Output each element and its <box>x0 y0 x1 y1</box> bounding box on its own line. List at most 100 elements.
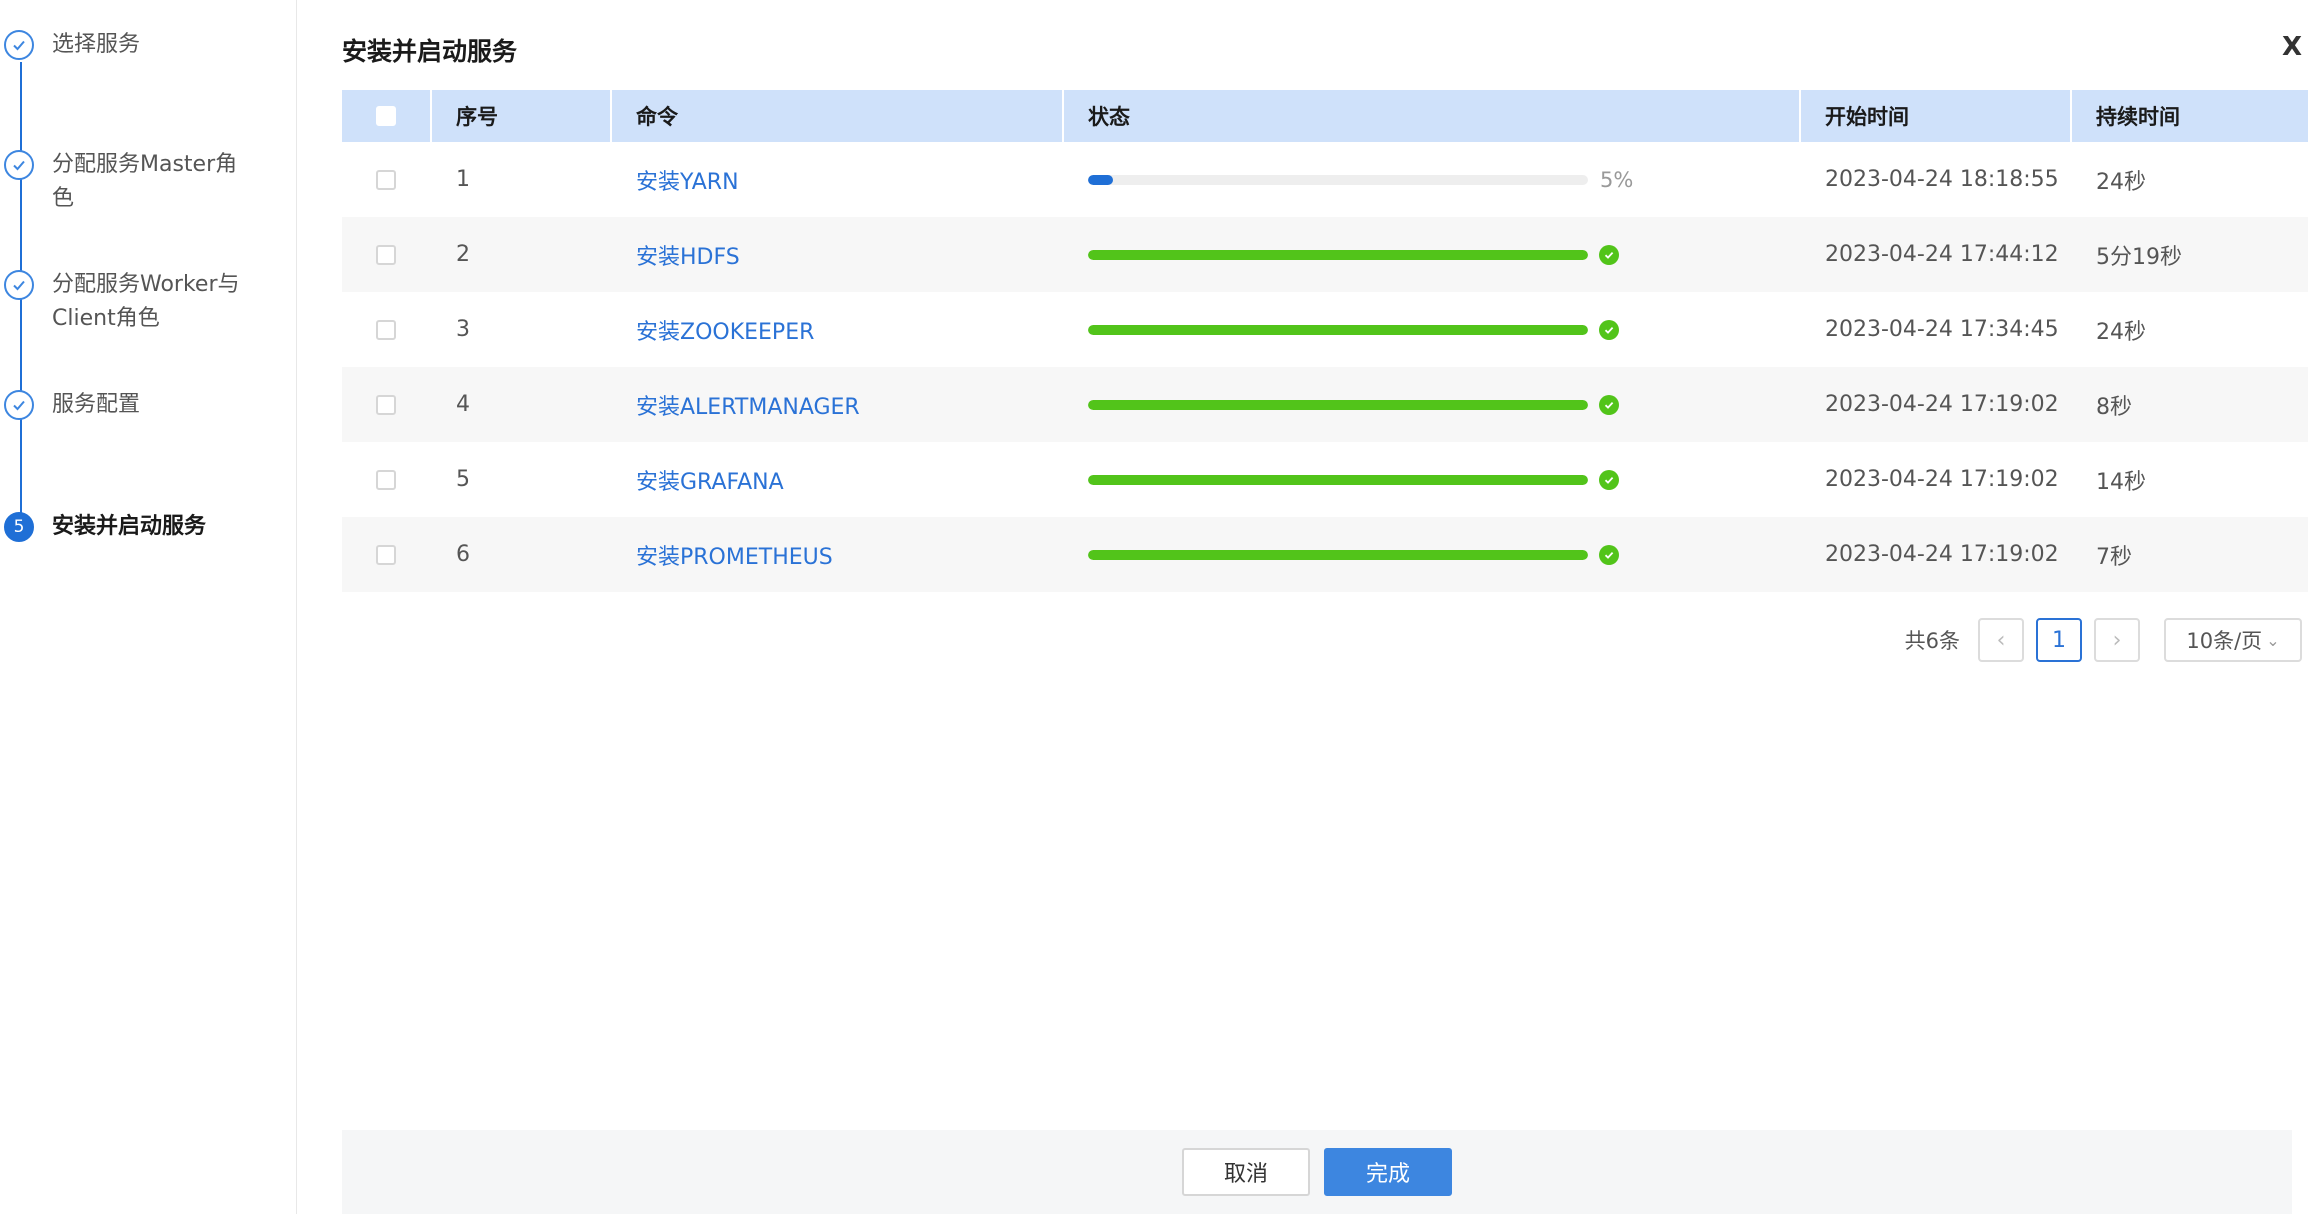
row-checkbox[interactable] <box>376 319 396 340</box>
command-cell: 安装HDFS <box>612 239 1064 271</box>
duration: 14秒 <box>2096 469 2146 495</box>
header-command: 命令 <box>612 90 1064 142</box>
progress-percent: 5% <box>1600 167 1634 192</box>
command-cell: 安装ZOOKEEPER <box>612 314 1064 346</box>
page-button-current[interactable]: 1 <box>2036 618 2082 662</box>
command-link[interactable]: 安装GRAFANA <box>636 464 784 496</box>
progress-bar <box>1088 474 1588 485</box>
success-check-icon <box>1599 544 1619 565</box>
command-link[interactable]: 安装HDFS <box>636 239 740 271</box>
step-select-service[interactable]: 选择服务 <box>4 30 252 62</box>
status-cell <box>1064 394 1801 415</box>
command-cell: 安装GRAFANA <box>612 464 1064 496</box>
step-label: 选择服务 <box>52 32 141 57</box>
next-page-button[interactable]: › <box>2094 618 2140 662</box>
duration: 8秒 <box>2096 394 2132 420</box>
header-index: 序号 <box>432 90 612 142</box>
command-link[interactable]: 安装ZOOKEEPER <box>636 314 814 346</box>
table-row: 3 安装ZOOKEEPER 2023-04-24 17:34:45 24秒 <box>342 292 2308 367</box>
table-body: 1 安装YARN 5% 2023-04-24 18:18:55 24秒 2 安装HDFS 20… <box>342 142 2308 592</box>
close-button[interactable]: X <box>2282 32 2302 62</box>
dialog-title: 安装并启动服务 <box>342 37 518 66</box>
start-time: 2023-04-24 17:19:02 <box>1825 392 2059 417</box>
dialog-footer: 取消 完成 <box>342 1130 2292 1214</box>
check-icon <box>4 30 34 60</box>
progress-bar <box>1088 399 1588 410</box>
success-check-icon <box>1599 244 1619 265</box>
progress-bar <box>1088 549 1588 560</box>
duration: 24秒 <box>2096 169 2146 195</box>
row-checkbox[interactable] <box>376 169 396 190</box>
check-icon <box>4 150 34 180</box>
total-count: 共6条 <box>1904 629 1960 653</box>
row-checkbox-cell <box>342 544 432 565</box>
progress-bar-fill <box>1088 474 1588 485</box>
table-row: 4 安装ALERTMANAGER 2023-04-24 17:19:02 8秒 <box>342 367 2308 442</box>
step-assign-master[interactable]: 分配服务Master角色 <box>4 150 252 216</box>
row-checkbox-cell <box>342 319 432 340</box>
command-link[interactable]: 安装YARN <box>636 164 739 196</box>
command-link[interactable]: 安装ALERTMANAGER <box>636 389 860 421</box>
prev-page-button[interactable]: ‹ <box>1978 618 2024 662</box>
progress-bar <box>1088 249 1588 260</box>
row-checkbox-cell <box>342 394 432 415</box>
table-row: 1 安装YARN 5% 2023-04-24 18:18:55 24秒 <box>342 142 2308 217</box>
header-status: 状态 <box>1064 90 1801 142</box>
command-cell: 安装PROMETHEUS <box>612 539 1064 571</box>
success-check-icon <box>1599 319 1619 340</box>
progress-bar <box>1088 324 1588 335</box>
progress-bar-fill <box>1088 249 1588 260</box>
duration: 24秒 <box>2096 319 2146 345</box>
table-header: 序号 命令 状态 开始时间 持续时间 <box>342 90 2308 142</box>
row-checkbox-cell <box>342 469 432 490</box>
row-index: 6 <box>456 542 470 567</box>
command-cell: 安装YARN <box>612 164 1064 196</box>
check-icon <box>4 390 34 420</box>
done-button[interactable]: 完成 <box>1324 1148 1452 1196</box>
status-cell <box>1064 319 1801 340</box>
row-checkbox[interactable] <box>376 544 396 565</box>
cancel-button[interactable]: 取消 <box>1182 1148 1310 1196</box>
header-start-time: 开始时间 <box>1801 90 2072 142</box>
row-checkbox-cell <box>342 244 432 265</box>
progress-bar-fill <box>1088 324 1588 335</box>
row-index: 2 <box>456 242 470 267</box>
step-assign-worker-client[interactable]: 分配服务Worker与Client角色 <box>4 270 252 336</box>
header-duration: 持续时间 <box>2096 105 2180 129</box>
header-checkbox-cell <box>342 90 432 142</box>
progress-bar <box>1088 174 1588 185</box>
success-check-icon <box>1599 394 1619 415</box>
page-size-select[interactable]: 10条/页 ⌄ <box>2164 618 2302 662</box>
status-cell <box>1064 244 1801 265</box>
start-time: 2023-04-24 17:19:02 <box>1825 467 2059 492</box>
pagination: 共6条 ‹ 1 › 10条/页 ⌄ <box>1905 618 2302 662</box>
start-time: 2023-04-24 18:18:55 <box>1825 167 2059 192</box>
select-all-checkbox[interactable] <box>376 106 396 126</box>
row-index: 1 <box>456 167 470 192</box>
chevron-left-icon: ‹ <box>1996 627 2006 653</box>
progress-bar-fill <box>1088 399 1588 410</box>
step-service-config[interactable]: 服务配置 <box>4 390 252 422</box>
step-label: 分配服务Master角色 <box>52 152 238 211</box>
start-time: 2023-04-24 17:19:02 <box>1825 542 2059 567</box>
row-checkbox[interactable] <box>376 469 396 490</box>
step-label: 分配服务Worker与Client角色 <box>52 272 240 331</box>
chevron-down-icon: ⌄ <box>2266 630 2280 650</box>
duration: 7秒 <box>2096 544 2132 570</box>
table-row: 5 安装GRAFANA 2023-04-24 17:19:02 14秒 <box>342 442 2308 517</box>
progress-bar-fill <box>1088 549 1588 560</box>
status-cell: 5% <box>1064 168 1801 192</box>
table-row: 2 安装HDFS 2023-04-24 17:44:12 5分19秒 <box>342 217 2308 292</box>
command-link[interactable]: 安装PROMETHEUS <box>636 539 833 571</box>
status-cell <box>1064 544 1801 565</box>
row-checkbox[interactable] <box>376 244 396 265</box>
step-label: 服务配置 <box>52 392 141 417</box>
row-checkbox-cell <box>342 169 432 190</box>
duration: 5分19秒 <box>2096 244 2182 270</box>
row-checkbox[interactable] <box>376 394 396 415</box>
command-cell: 安装ALERTMANAGER <box>612 389 1064 421</box>
step-number-badge: 5 <box>4 512 34 542</box>
steps-sidebar: 选择服务 分配服务Master角色 分配服务Worker与Client角色 服务… <box>0 0 297 1214</box>
step-label: 安装并启动服务 <box>52 514 207 539</box>
step-install-start[interactable]: 5 安装并启动服务 <box>4 512 252 544</box>
